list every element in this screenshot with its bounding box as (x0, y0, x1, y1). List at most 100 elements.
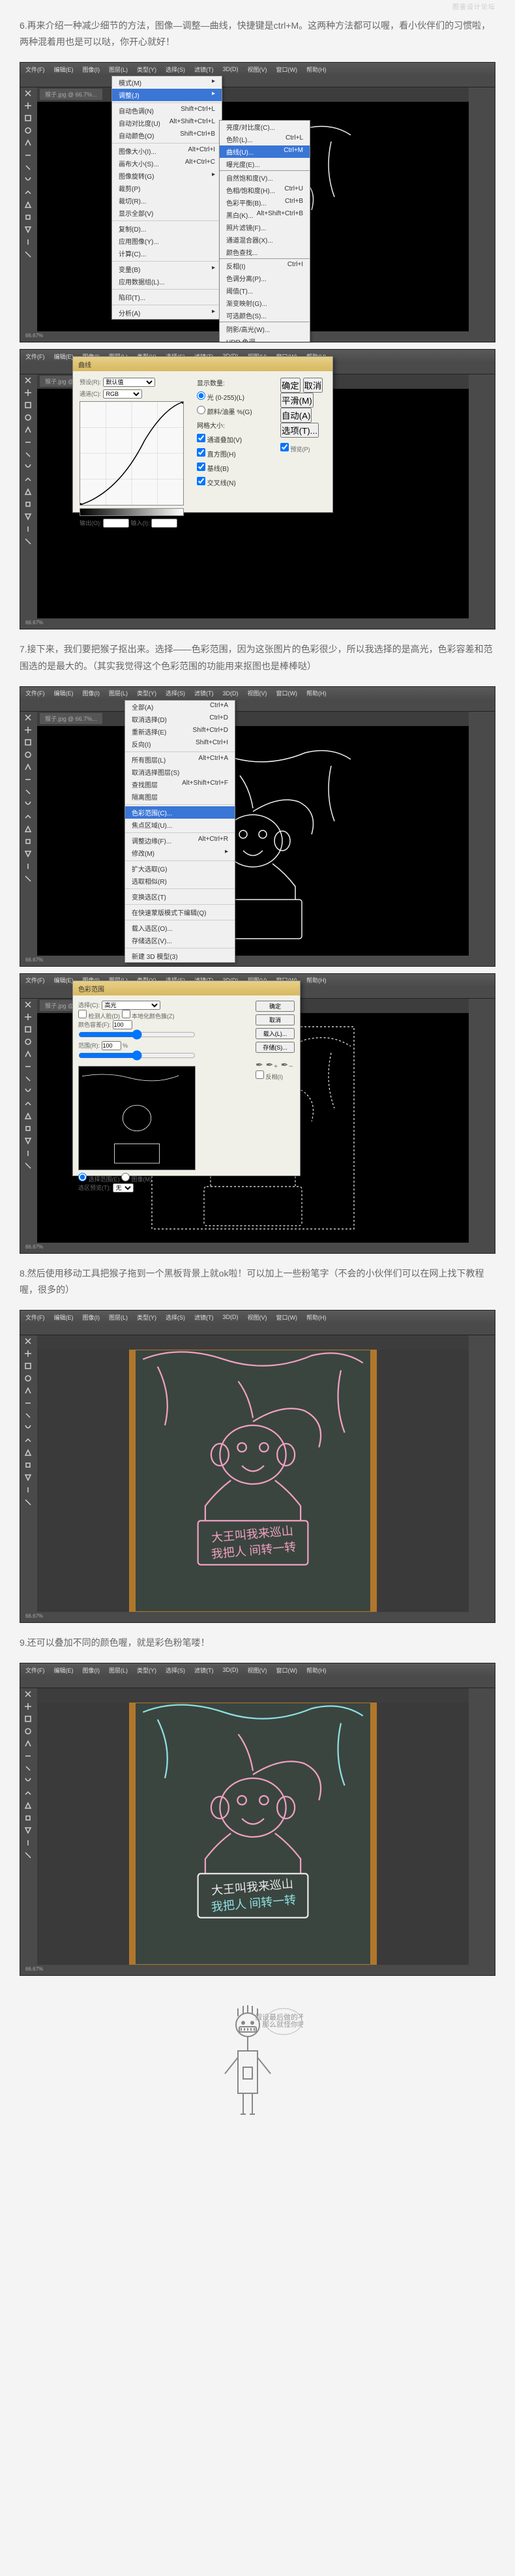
channel-select[interactable]: RGB (103, 389, 142, 399)
tool-icon[interactable] (20, 100, 36, 112)
tool-icon[interactable] (20, 249, 36, 260)
menu-item[interactable]: 3D(D) (223, 1667, 239, 1673)
load-button[interactable]: 载入(L)... (256, 1028, 295, 1039)
invert-cb[interactable] (256, 1070, 264, 1079)
tool-icon[interactable] (20, 724, 36, 736)
menu-item[interactable]: 计算(C)... (112, 247, 222, 260)
menu-item[interactable]: 照片滤镜(F)... (220, 221, 310, 234)
menu-item[interactable]: 变量(B)▸ (112, 263, 222, 275)
tool-icon[interactable] (20, 873, 36, 885)
menu-item[interactable]: 裁剪(P) (112, 182, 222, 194)
menu-item[interactable]: 编辑(E) (54, 976, 74, 984)
tool-icon[interactable] (20, 786, 36, 798)
tool-icon[interactable] (20, 1410, 36, 1421)
ps-toolbar[interactable] (20, 712, 37, 956)
menu-item[interactable]: 视图(V) (248, 65, 267, 74)
ps-menubar[interactable]: 文件(F)编辑(E)图像(I)图层(L)类型(Y)选择(S)滤镜(T)3D(D)… (20, 1663, 495, 1676)
tool-icon[interactable] (20, 498, 36, 510)
menu-item[interactable]: 编辑(E) (54, 352, 74, 361)
menu-item[interactable]: 窗口(W) (276, 1313, 298, 1322)
tool-icon[interactable] (20, 211, 36, 223)
adjust-submenu[interactable]: 亮度/对比度(C)...色阶(L)...Ctrl+L曲线(U)...Ctrl+M… (219, 120, 310, 342)
menu-item[interactable]: 图像(I) (83, 689, 100, 697)
menu-item[interactable]: 视图(V) (248, 1313, 267, 1322)
menu-item[interactable]: 亮度/对比度(C)... (220, 121, 310, 133)
menu-item[interactable]: 编辑(E) (54, 1666, 74, 1674)
tool-icon[interactable] (20, 860, 36, 872)
tool-icon[interactable] (20, 236, 36, 248)
tool-icon[interactable] (20, 511, 36, 523)
tool-icon[interactable] (20, 1713, 36, 1725)
cancel-button[interactable]: 取消 (303, 378, 323, 393)
menu-item[interactable]: 文件(F) (25, 976, 45, 984)
tool-icon[interactable] (20, 1800, 36, 1811)
menu-item[interactable]: 阈值(T)... (220, 284, 310, 297)
menu-item[interactable]: 帮助(H) (306, 976, 327, 984)
menu-item[interactable]: 文件(F) (25, 1666, 45, 1674)
cr-select-dropdown[interactable]: 高光 (102, 1001, 160, 1010)
ps-right-panels[interactable] (469, 999, 495, 1243)
menu-item[interactable]: 查找图层Alt+Shift+Ctrl+F (125, 778, 235, 791)
menu-item[interactable]: 编辑(E) (54, 689, 74, 697)
menu-item[interactable]: 选择(S) (166, 65, 185, 74)
menu-item[interactable]: 黑白(K)...Alt+Shift+Ctrl+B (220, 209, 310, 221)
show-channel-cb[interactable] (197, 434, 205, 442)
color-range-dialog[interactable]: 色彩范围 选择(C): 高光 检测人脸(D) 本地化颜色簇(Z) 颜色容差(F)… (72, 980, 301, 1176)
menu-item[interactable]: 选择(S) (166, 1313, 185, 1322)
menu-item[interactable]: 帮助(H) (306, 689, 327, 697)
ps-right-panels[interactable] (469, 1335, 495, 1612)
tool-icon[interactable] (20, 399, 36, 411)
menu-item[interactable]: 色阶(L)...Ctrl+L (220, 133, 310, 145)
ps-toolbar[interactable] (20, 1335, 37, 1612)
menu-item[interactable]: 应用数据组(L)... (112, 275, 222, 288)
menu-item[interactable]: 取消选择图层(S) (125, 766, 235, 778)
curves-dialog[interactable]: 曲线 预设(R): 默认值 通道(C): RGB (72, 356, 333, 513)
menu-item[interactable]: 反相(I)Ctrl+I (220, 260, 310, 272)
curves-graph[interactable] (80, 401, 184, 506)
tool-icon[interactable] (20, 387, 36, 399)
menu-item[interactable]: 画布大小(S)...Alt+Ctrl+C (112, 157, 222, 170)
tool-icon[interactable] (20, 1073, 36, 1085)
input-input[interactable] (151, 519, 177, 528)
tool-icon[interactable] (20, 87, 36, 99)
cancel-button[interactable]: 取消 (256, 1014, 295, 1025)
options-button[interactable]: 选项(T)... (280, 423, 319, 438)
show-baseline-cb[interactable] (197, 462, 205, 471)
menu-item[interactable]: 滤镜(T) (194, 1313, 214, 1322)
tool-icon[interactable] (20, 486, 36, 498)
tool-icon[interactable] (20, 137, 36, 149)
menu-item[interactable]: 3D(D) (223, 66, 239, 72)
menu-item[interactable]: 类型(Y) (137, 689, 156, 697)
menu-item[interactable]: 分析(A)▸ (112, 307, 222, 319)
menu-item[interactable]: 自然饱和度(V)... (220, 172, 310, 184)
menu-item[interactable]: 图像(I) (83, 1313, 100, 1322)
menu-item[interactable]: 存储选区(V)... (125, 934, 235, 947)
tool-icon[interactable] (20, 761, 36, 773)
tab-label[interactable]: 猴子.jpg @ 66.7%... (40, 89, 102, 100)
tool-icon[interactable] (20, 412, 36, 423)
preview-cb[interactable] (280, 443, 289, 451)
localized-cb[interactable] (122, 1010, 130, 1018)
ok-button[interactable]: 确定 (256, 1001, 295, 1012)
tool-icon[interactable] (20, 449, 36, 461)
tool-icon[interactable] (20, 1372, 36, 1384)
tool-icon[interactable] (20, 1023, 36, 1035)
menu-item[interactable]: 色相/饱和度(H)...Ctrl+U (220, 184, 310, 196)
menu-item[interactable]: 自动颜色(O)Shift+Ctrl+B (112, 129, 222, 142)
tool-icon[interactable] (20, 999, 36, 1010)
tool-icon[interactable] (20, 1849, 36, 1861)
smooth-button[interactable]: 平滑(M) (280, 393, 314, 408)
image-menu-dropdown[interactable]: 模式(M)▸调整(J)▸自动色调(N)Shift+Ctrl+L自动对比度(U)A… (111, 76, 222, 320)
ps-right-panels[interactable] (469, 1688, 495, 1965)
tool-icon[interactable] (20, 162, 36, 174)
tool-icon[interactable] (20, 1085, 36, 1097)
show-intersect-cb[interactable] (197, 477, 205, 485)
tool-icon[interactable] (20, 1775, 36, 1787)
menu-item[interactable]: 选择(S) (166, 689, 185, 697)
tool-icon[interactable] (20, 1472, 36, 1483)
menu-item[interactable]: 帮助(H) (306, 1313, 327, 1322)
tool-icon[interactable] (20, 523, 36, 535)
tool-icon[interactable] (20, 149, 36, 161)
menu-item[interactable]: 图像(I) (83, 1666, 100, 1674)
menu-item[interactable]: 所有图层(L)Alt+Ctrl+A (125, 753, 235, 766)
